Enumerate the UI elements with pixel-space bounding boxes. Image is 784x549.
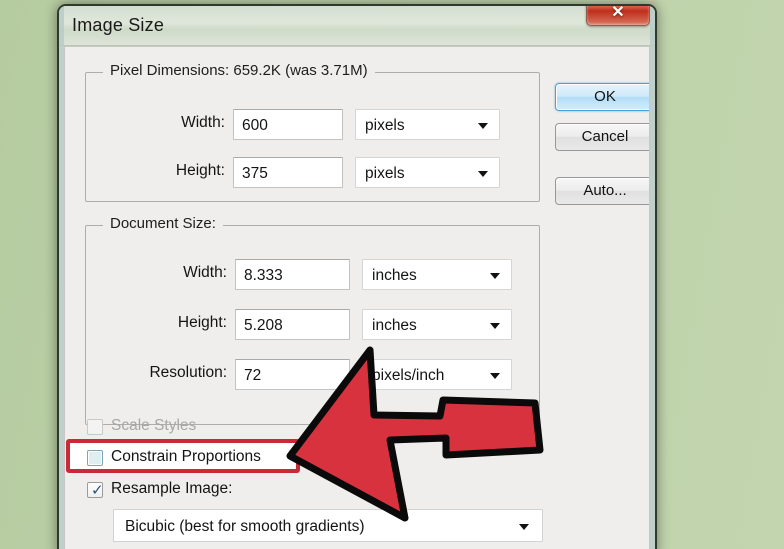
auto-button[interactable]: Auto... xyxy=(555,177,649,205)
resolution-label: Resolution: xyxy=(149,364,227,381)
close-button[interactable]: ✕ xyxy=(586,4,650,26)
chevron-down-icon xyxy=(478,171,488,177)
document-height-label: Height: xyxy=(177,314,227,331)
document-width-unit-value: inches xyxy=(372,267,417,284)
checkmark-icon: ✓ xyxy=(91,481,104,499)
resample-image-checkbox[interactable]: ✓ xyxy=(87,481,104,499)
pixel-height-row: Height: 375 pixels xyxy=(105,157,525,189)
pixel-width-row: Width: 600 pixels xyxy=(105,109,525,141)
image-size-dialog: Image Size ✕ Pixel Dimensions: 659.2K (w… xyxy=(57,4,657,549)
resolution-unit-select[interactable]: pixels/inch xyxy=(362,359,512,390)
resample-method-select[interactable]: Bicubic (best for smooth gradients) xyxy=(113,509,543,542)
document-height-input[interactable]: 5.208 xyxy=(235,309,350,340)
document-width-label: Width: xyxy=(183,264,227,281)
resolution-unit-value: pixels/inch xyxy=(372,367,445,384)
scale-styles-checkbox xyxy=(87,419,103,435)
pixel-height-label: Height: xyxy=(175,162,225,179)
document-height-unit-select[interactable]: inches xyxy=(362,309,512,340)
dialog-client-area: Pixel Dimensions: 659.2K (was 3.71M) Wid… xyxy=(64,46,650,549)
document-height-unit-value: inches xyxy=(372,317,417,334)
document-width-unit-select[interactable]: inches xyxy=(362,259,512,290)
chevron-down-icon xyxy=(490,373,500,379)
pixel-height-unit-value: pixels xyxy=(365,165,405,182)
pixel-width-unit-select[interactable]: pixels xyxy=(355,109,500,140)
window-title: Image Size xyxy=(72,15,165,35)
resample-image-label: Resample Image: xyxy=(111,480,233,497)
pixel-width-label: Width: xyxy=(181,114,225,131)
constrain-proportions-checkbox[interactable] xyxy=(87,450,103,466)
document-width-input[interactable]: 8.333 xyxy=(235,259,350,290)
ok-button[interactable]: OK xyxy=(555,83,649,111)
pixel-dimensions-group-title: Pixel Dimensions: 659.2K (was 3.71M) xyxy=(103,62,375,79)
resample-method-value: Bicubic (best for smooth gradients) xyxy=(125,518,365,535)
pixel-width-input[interactable]: 600 xyxy=(233,109,343,140)
scale-styles-label: Scale Styles xyxy=(111,417,197,434)
chevron-down-icon xyxy=(490,273,500,279)
chevron-down-icon xyxy=(478,123,488,129)
document-height-row: Height: 5.208 inches xyxy=(105,309,535,341)
chevron-down-icon xyxy=(490,323,500,329)
pixel-height-unit-select[interactable]: pixels xyxy=(355,157,500,188)
cancel-button[interactable]: Cancel xyxy=(555,123,649,151)
close-icon: ✕ xyxy=(611,4,625,21)
chevron-down-icon xyxy=(519,524,529,530)
pixel-width-unit-value: pixels xyxy=(365,117,405,134)
resolution-input[interactable]: 72 xyxy=(235,359,350,390)
resolution-row: Resolution: 72 pixels/inch xyxy=(105,359,535,391)
pixel-height-input[interactable]: 375 xyxy=(233,157,343,188)
title-bar[interactable]: Image Size ✕ xyxy=(59,6,655,46)
constrain-proportions-label: Constrain Proportions xyxy=(111,448,261,465)
document-size-group-title: Document Size: xyxy=(103,215,223,232)
document-width-row: Width: 8.333 inches xyxy=(105,259,535,291)
